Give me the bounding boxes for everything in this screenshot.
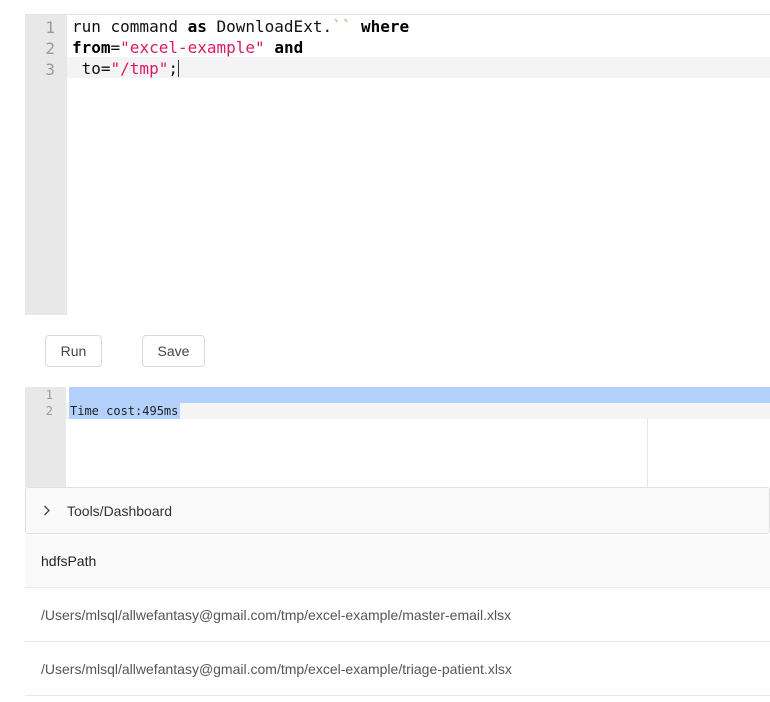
table-row[interactable]: /Users/mlsql/allwefantasy@gmail.com/tmp/… [25, 642, 770, 696]
text-cursor [177, 60, 179, 77]
panel-title: Tools/Dashboard [67, 502, 173, 519]
time-cost-output: Time cost:495ms [70, 404, 179, 418]
line-number: 2 [45, 404, 53, 418]
chevron-right-icon [43, 505, 53, 516]
text-selection [69, 387, 770, 403]
code-line-2[interactable]: from="excel-example" and [72, 37, 303, 58]
line-number: 2 [45, 39, 55, 58]
code-editor[interactable]: 1 2 3 run command as DownloadExt.`` wher… [25, 14, 770, 315]
run-button[interactable]: Run [45, 335, 102, 367]
table-row[interactable]: /Users/mlsql/allwefantasy@gmail.com/tmp/… [25, 588, 770, 642]
result-table: hdfsPath /Users/mlsql/allwefantasy@gmail… [25, 535, 770, 696]
column-header-hdfspath[interactable]: hdfsPath [25, 535, 770, 588]
print-margin [647, 419, 648, 487]
editor-gutter: 1 2 3 [25, 15, 67, 315]
code-line-3[interactable]: to="/tmp"; [72, 58, 179, 79]
tools-dashboard-panel[interactable]: Tools/Dashboard [25, 487, 770, 534]
line-number: 3 [45, 60, 55, 79]
save-button[interactable]: Save [142, 335, 205, 367]
line-number: 1 [45, 388, 53, 402]
line-number: 1 [45, 18, 55, 37]
output-gutter: 1 2 [25, 387, 66, 487]
output-editor[interactable]: 1 2 Time cost:495ms [25, 387, 770, 487]
code-line-1[interactable]: run command as DownloadExt.`` where [72, 16, 409, 37]
